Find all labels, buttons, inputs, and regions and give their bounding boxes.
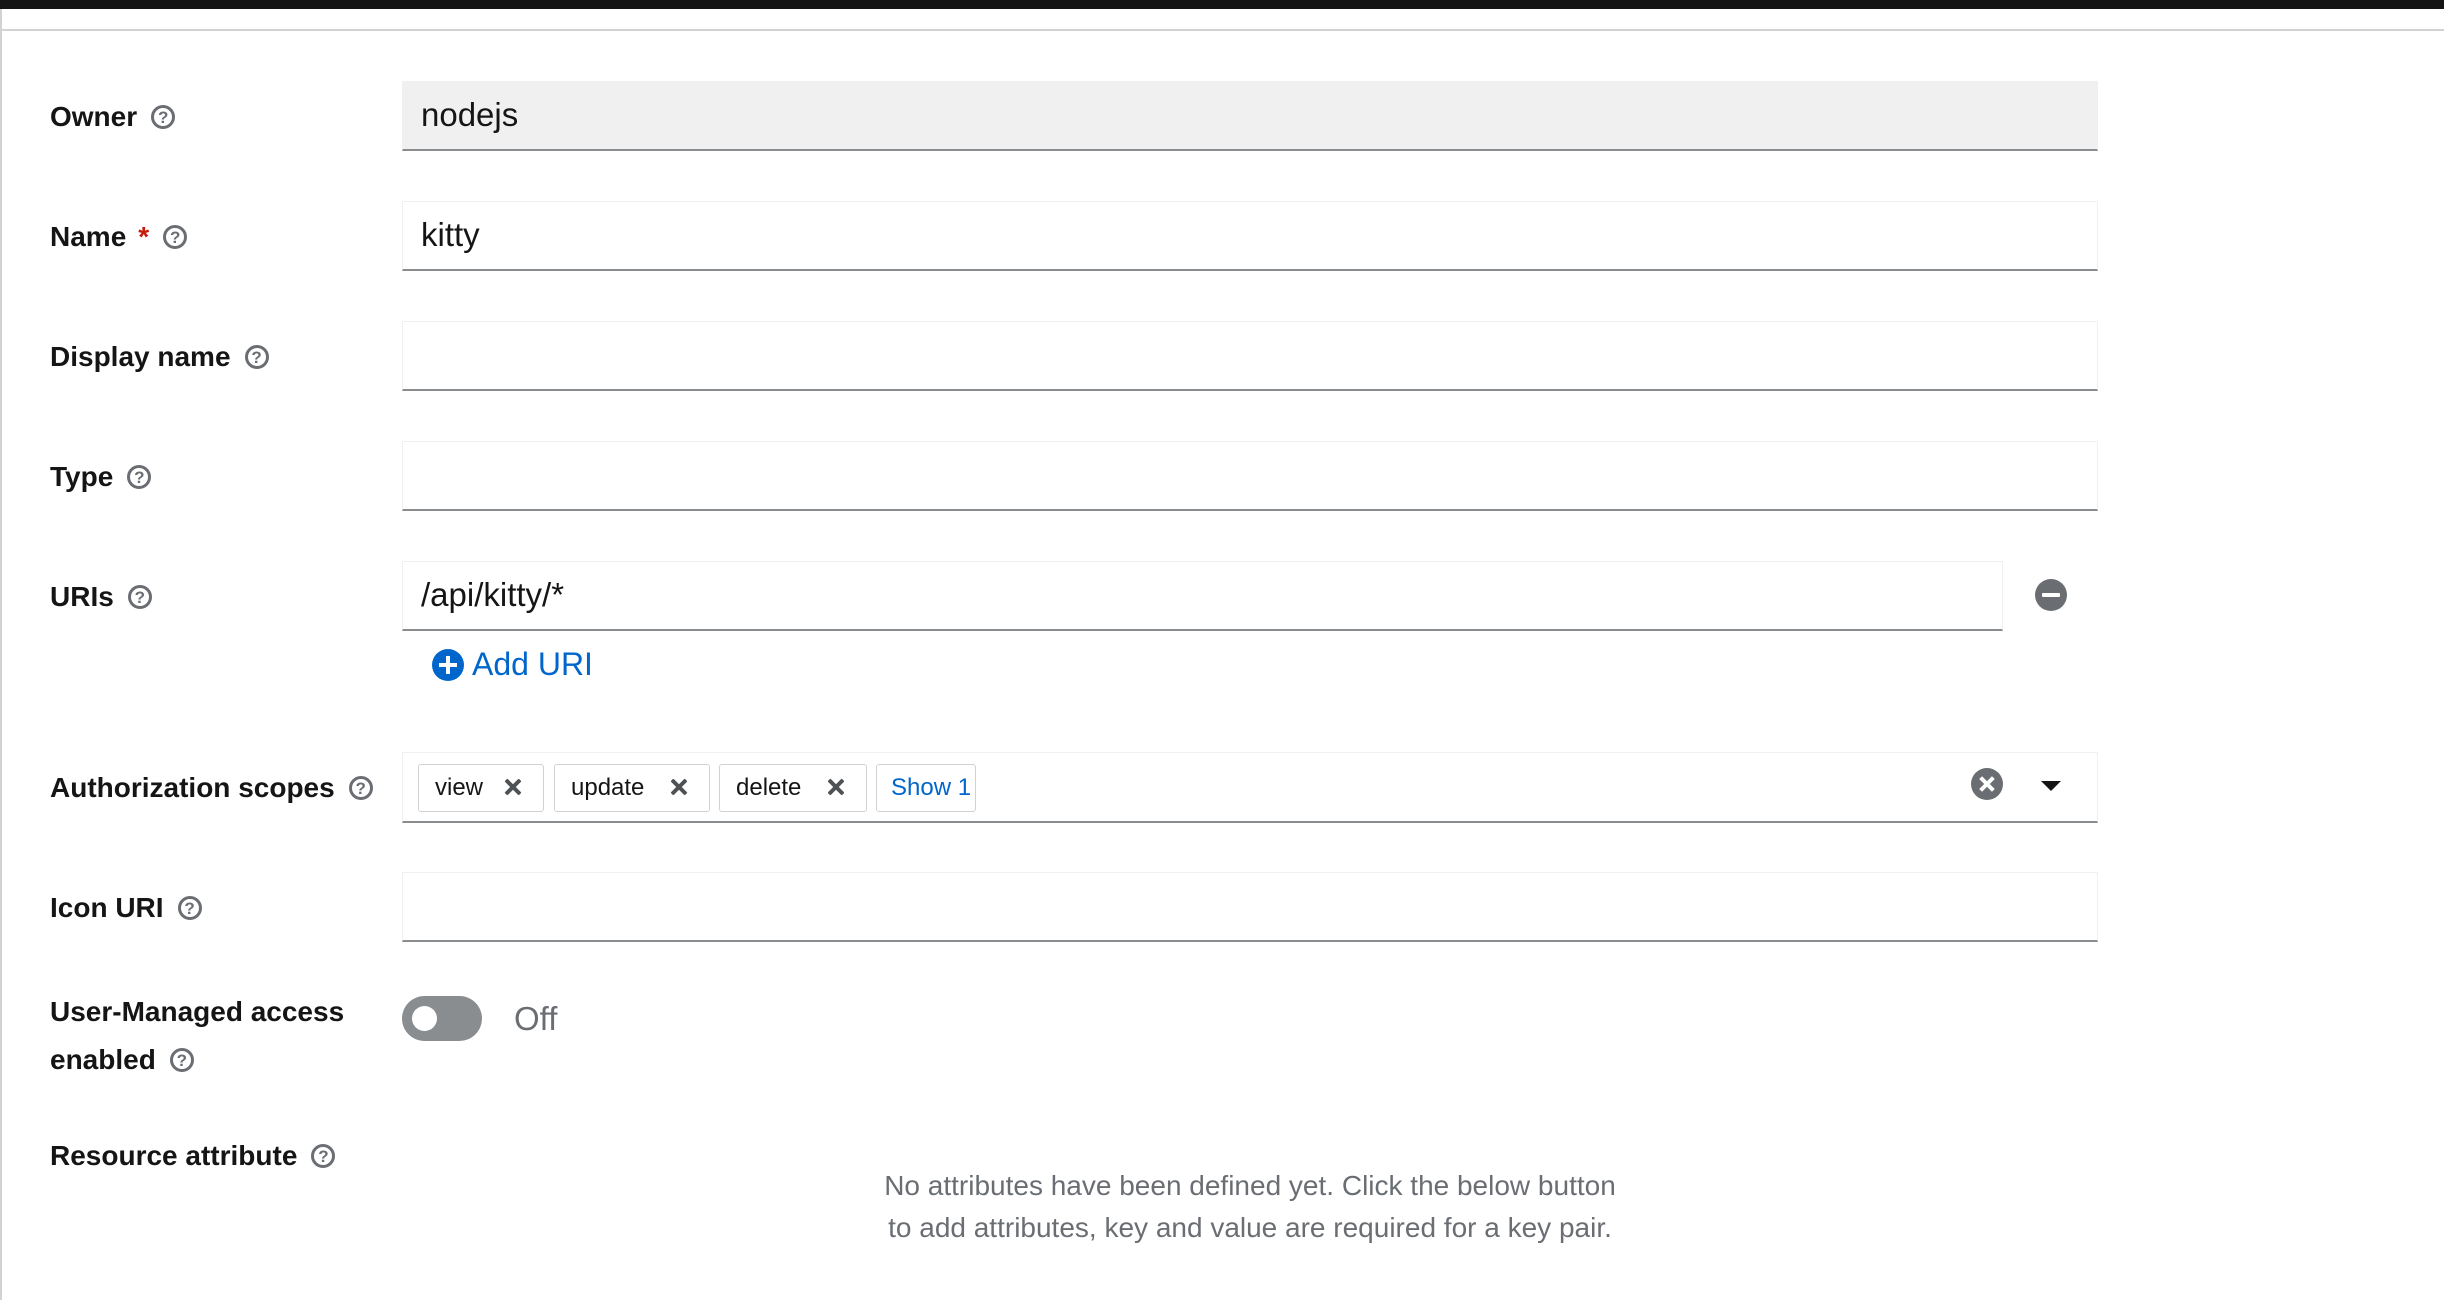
scope-chip-delete: delete bbox=[719, 764, 867, 812]
name-input[interactable]: kitty bbox=[402, 201, 2098, 271]
remove-chip-update-icon[interactable] bbox=[669, 777, 689, 797]
uris-help-icon[interactable] bbox=[127, 584, 152, 609]
user-managed-access-toggle[interactable] bbox=[402, 996, 482, 1041]
icon-uri-label: Icon URI bbox=[50, 884, 202, 931]
toggle-knob bbox=[412, 1006, 437, 1031]
user-managed-help-icon[interactable] bbox=[169, 1047, 194, 1072]
top-bar bbox=[0, 0, 2444, 9]
icon-uri-help-icon[interactable] bbox=[177, 895, 202, 920]
remove-chip-delete-icon[interactable] bbox=[826, 777, 846, 797]
name-label: Name * bbox=[50, 213, 188, 260]
remove-chip-view-icon[interactable] bbox=[503, 777, 523, 797]
left-border bbox=[0, 9, 2, 1300]
remove-uri-icon[interactable] bbox=[2035, 579, 2067, 611]
uris-label: URIs bbox=[50, 573, 152, 620]
scopes-help-icon[interactable] bbox=[348, 775, 373, 800]
user-managed-access-label-line2: enabled bbox=[50, 1036, 194, 1083]
resource-attribute-label: Resource attribute bbox=[50, 1132, 336, 1179]
toggle-state-text: Off bbox=[514, 1000, 558, 1037]
owner-input: nodejs bbox=[402, 81, 2098, 151]
header-divider bbox=[0, 29, 2444, 31]
owner-help-icon[interactable] bbox=[151, 104, 176, 129]
resource-attribute-help-icon[interactable] bbox=[311, 1143, 336, 1168]
display-name-label: Display name bbox=[50, 333, 269, 380]
name-help-icon[interactable] bbox=[163, 224, 188, 249]
type-label: Type bbox=[50, 453, 152, 500]
owner-label: Owner bbox=[50, 93, 176, 140]
empty-attributes-message: No attributes have been defined yet. Cli… bbox=[884, 1170, 1616, 1243]
add-uri-button[interactable]: Add URI bbox=[432, 646, 593, 683]
user-managed-access-label: User-Managed access bbox=[50, 996, 345, 1027]
clear-scopes-icon[interactable] bbox=[1971, 768, 2003, 800]
authorization-scopes-select[interactable]: view update delete Show 1 bbox=[402, 752, 2098, 823]
scope-chip-view: view bbox=[418, 764, 544, 812]
caret-down-icon[interactable] bbox=[2041, 781, 2061, 791]
required-marker: * bbox=[138, 221, 150, 252]
show-more-chips-button[interactable]: Show 1 bbox=[876, 764, 976, 812]
icon-uri-input[interactable] bbox=[402, 872, 2098, 942]
type-input[interactable] bbox=[402, 441, 2098, 511]
authorization-scopes-label: Authorization scopes bbox=[50, 764, 373, 811]
uri-input[interactable]: /api/kitty/* bbox=[402, 561, 2003, 631]
display-name-help-icon[interactable] bbox=[244, 344, 269, 369]
scope-chip-update: update bbox=[554, 764, 710, 812]
type-help-icon[interactable] bbox=[127, 464, 152, 489]
display-name-input[interactable] bbox=[402, 321, 2098, 391]
plus-circle-icon bbox=[432, 648, 464, 681]
